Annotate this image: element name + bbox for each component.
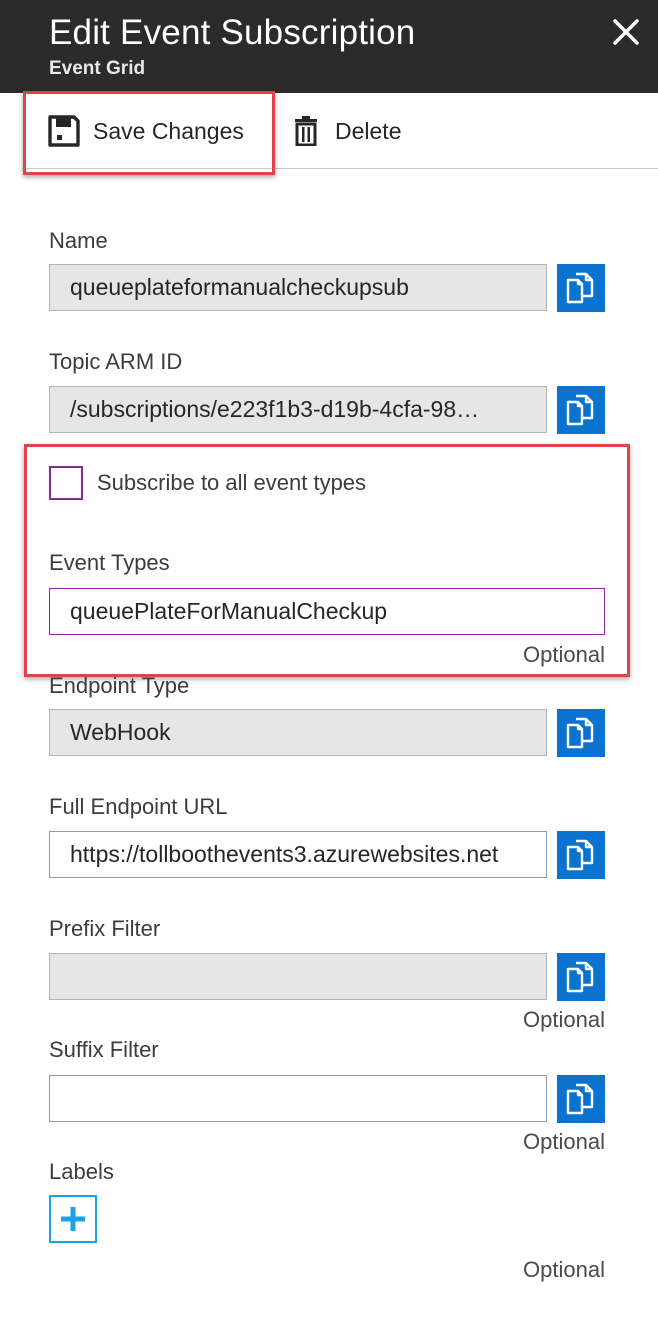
labels-label: Labels bbox=[49, 1159, 114, 1184]
close-icon bbox=[613, 19, 639, 45]
copy-endpoint-url-button[interactable] bbox=[557, 831, 605, 879]
endpoint-url-label: Full Endpoint URL bbox=[49, 794, 228, 819]
prefix-filter-field[interactable] bbox=[49, 953, 547, 1000]
copy-icon bbox=[566, 1083, 594, 1115]
save-changes-label: Save Changes bbox=[93, 117, 244, 144]
suffix-filter-optional-hint: Optional bbox=[523, 1129, 605, 1154]
endpoint-type-label: Endpoint Type bbox=[49, 673, 190, 698]
add-label-button[interactable] bbox=[49, 1195, 97, 1243]
suffix-filter-label: Suffix Filter bbox=[49, 1037, 159, 1062]
subscribe-all-label: Subscribe to all event types bbox=[97, 470, 367, 495]
topic-arm-id-field[interactable]: /subscriptions/e223f1b3-d19b-4cfa-98… bbox=[49, 386, 547, 433]
topic-arm-id-label: Topic ARM ID bbox=[49, 349, 183, 374]
copy-name-button[interactable] bbox=[557, 264, 605, 312]
suffix-filter-field[interactable] bbox=[49, 1075, 547, 1122]
copy-endpoint-type-button[interactable] bbox=[557, 709, 605, 757]
plus-icon bbox=[61, 1207, 85, 1231]
copy-prefix-filter-button[interactable] bbox=[557, 953, 605, 1001]
save-icon bbox=[48, 115, 80, 147]
blade-header: Edit Event Subscription Event Grid bbox=[0, 0, 658, 93]
subscribe-all-checkbox[interactable] bbox=[49, 466, 83, 500]
copy-icon bbox=[566, 839, 594, 871]
copy-icon bbox=[566, 717, 594, 749]
prefix-filter-label: Prefix Filter bbox=[49, 916, 161, 941]
close-button[interactable] bbox=[606, 12, 646, 52]
event-types-optional-hint: Optional bbox=[523, 642, 605, 667]
copy-icon bbox=[566, 961, 594, 993]
page-title: Edit Event Subscription bbox=[49, 13, 416, 52]
delete-button[interactable]: Delete bbox=[293, 93, 401, 169]
trash-icon bbox=[295, 116, 317, 146]
copy-icon bbox=[566, 394, 594, 426]
event-types-label: Event Types bbox=[49, 550, 170, 575]
name-label: Name bbox=[49, 228, 108, 253]
name-field[interactable]: queueplateformanualcheckupsub bbox=[49, 264, 547, 311]
prefix-filter-optional-hint: Optional bbox=[523, 1007, 605, 1032]
endpoint-url-field[interactable]: https://tollboothevents3.azurewebsites.n… bbox=[49, 831, 547, 878]
copy-icon bbox=[566, 272, 594, 304]
page-subtitle: Event Grid bbox=[49, 58, 146, 79]
event-types-field[interactable]: queuePlateForManualCheckup bbox=[49, 588, 605, 635]
endpoint-type-field[interactable]: WebHook bbox=[49, 709, 547, 756]
command-bar: Save Changes Delete bbox=[0, 93, 658, 169]
labels-optional-hint: Optional bbox=[523, 1257, 605, 1282]
toolbar-divider bbox=[22, 168, 658, 169]
delete-label: Delete bbox=[335, 117, 402, 144]
copy-topic-arm-id-button[interactable] bbox=[557, 386, 605, 434]
save-changes-button[interactable]: Save Changes bbox=[47, 93, 244, 169]
copy-suffix-filter-button[interactable] bbox=[557, 1075, 605, 1123]
